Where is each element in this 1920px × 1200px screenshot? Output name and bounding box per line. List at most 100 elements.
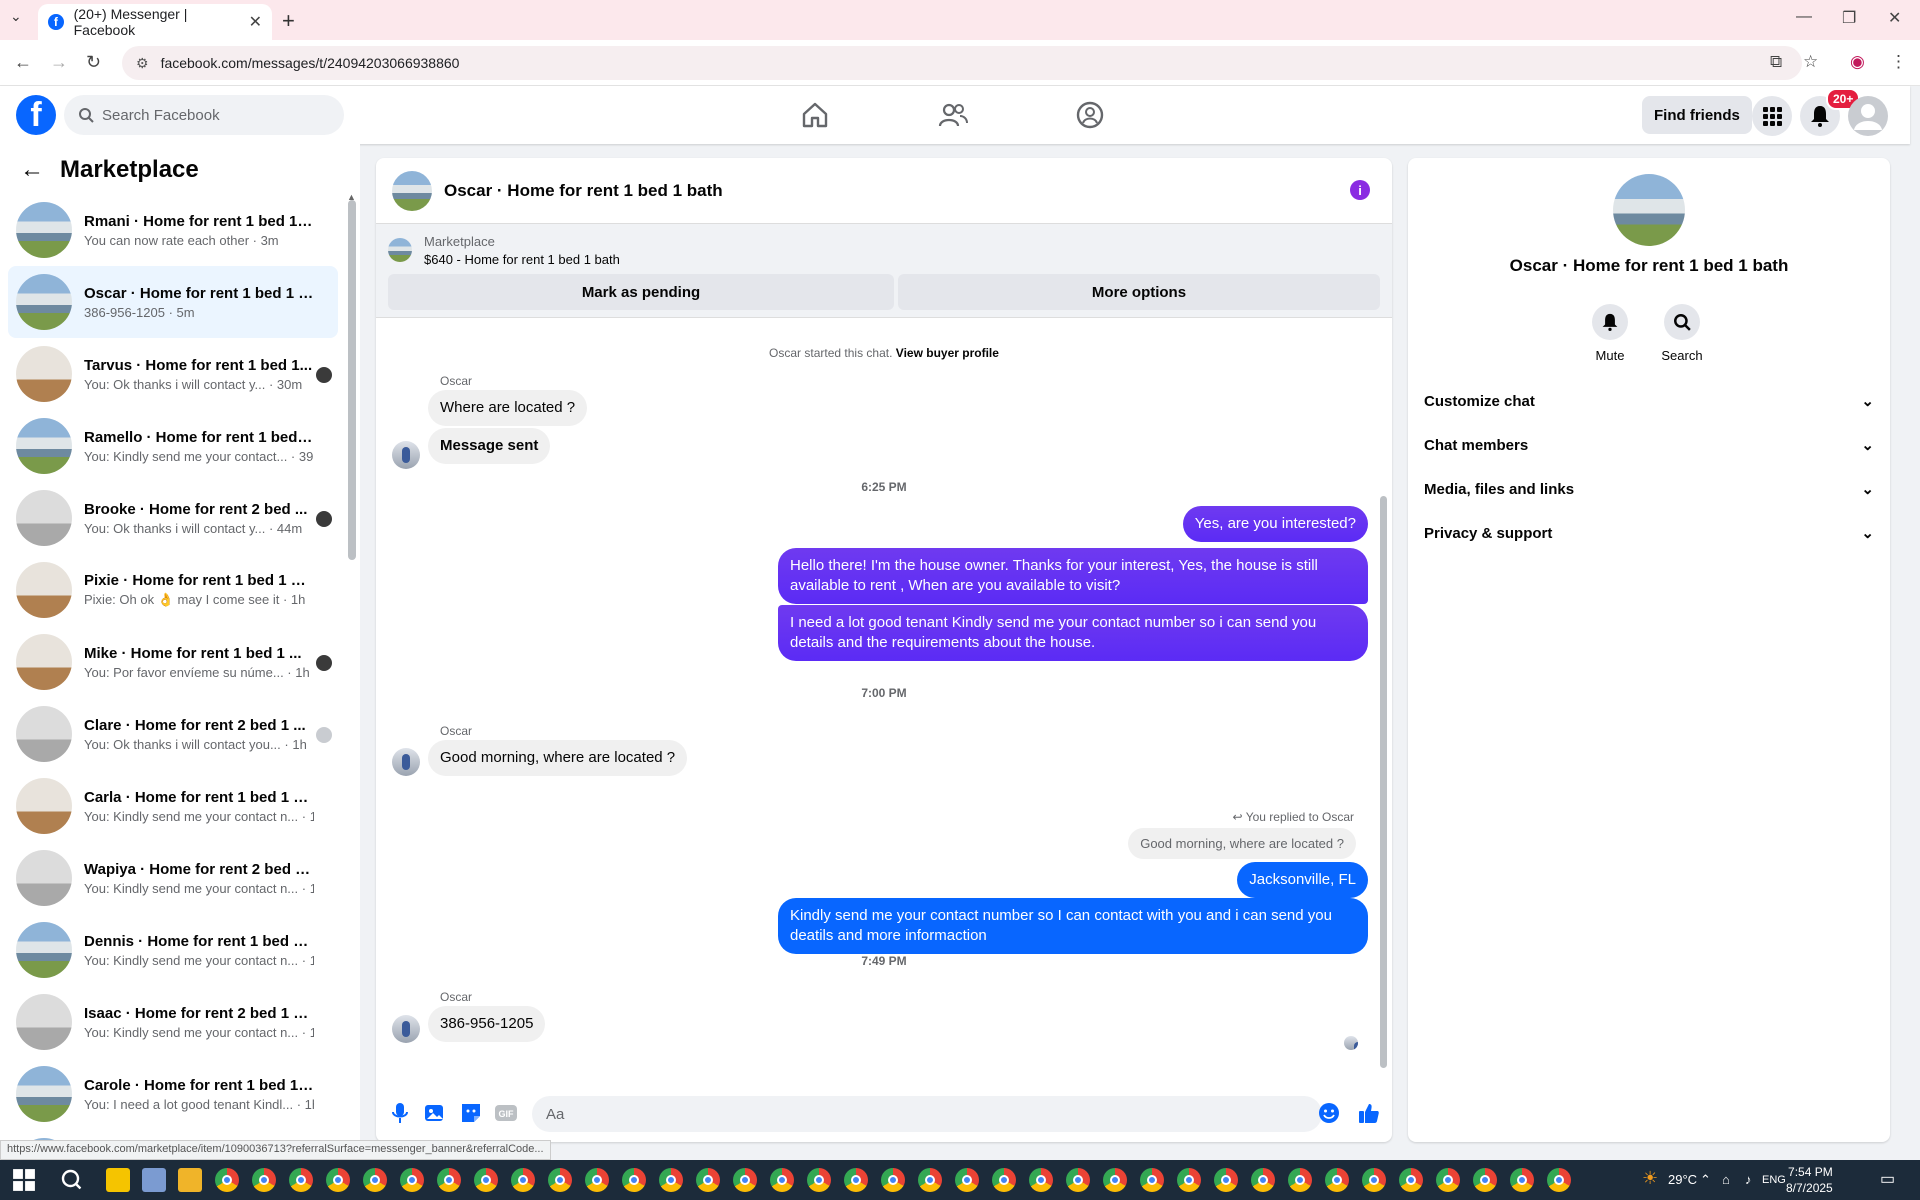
contact-avatar[interactable] bbox=[1613, 174, 1685, 246]
browser-tab[interactable]: f (20+) Messenger | Facebook ✕ bbox=[38, 4, 272, 40]
close-window-icon[interactable]: ✕ bbox=[1888, 8, 1901, 28]
chrome-window-icon[interactable] bbox=[733, 1168, 757, 1192]
chrome-window-icon[interactable] bbox=[1399, 1168, 1423, 1192]
chrome-window-icon[interactable] bbox=[1140, 1168, 1164, 1192]
conversation-item[interactable]: Tarvus · Home for rent 1 bed 1... You: Ok… bbox=[8, 338, 338, 410]
chrome-window-icon[interactable] bbox=[548, 1168, 572, 1192]
chrome-window-icon[interactable] bbox=[622, 1168, 646, 1192]
message-bubble-outgoing[interactable]: Kindly send me your contact number so I … bbox=[778, 898, 1368, 954]
privacy-support-section[interactable]: Privacy & support ⌄ bbox=[1424, 524, 1874, 543]
search-icon[interactable] bbox=[60, 1168, 84, 1192]
chrome-window-icon[interactable] bbox=[659, 1168, 683, 1192]
site-info-icon[interactable]: ⚙ bbox=[136, 55, 149, 72]
like-thumbs-up-icon[interactable] bbox=[1358, 1102, 1380, 1124]
conversation-item[interactable]: Mike · Home for rent 1 bed 1 ... You: Por… bbox=[8, 626, 338, 698]
sticker-icon[interactable] bbox=[460, 1102, 482, 1124]
chrome-window-icon[interactable] bbox=[400, 1168, 424, 1192]
chrome-window-icon[interactable] bbox=[215, 1168, 239, 1192]
chrome-window-icon[interactable] bbox=[918, 1168, 942, 1192]
language-indicator[interactable]: ENG bbox=[1762, 1174, 1786, 1186]
chrome-window-icon[interactable] bbox=[770, 1168, 794, 1192]
listing-title[interactable]: $640 - Home for rent 1 bed 1 bath bbox=[424, 252, 620, 267]
conversation-item[interactable]: Brooke · Home for rent 2 bed ... You: Ok … bbox=[8, 482, 338, 554]
chat-title[interactable]: Oscar · Home for rent 1 bed 1 bath bbox=[444, 181, 723, 201]
conversation-item[interactable]: Dennis · Home for rent 1 bed 1 b... You: … bbox=[8, 914, 338, 986]
chat-members-section[interactable]: Chat members ⌄ bbox=[1424, 436, 1874, 455]
chrome-window-icon[interactable] bbox=[881, 1168, 905, 1192]
system-clock[interactable]: 7:54 PM 8/7/2025 bbox=[1786, 1164, 1833, 1196]
facebook-logo-icon[interactable]: f bbox=[16, 95, 56, 135]
info-icon[interactable]: i bbox=[1350, 180, 1370, 200]
more-options-button[interactable]: More options bbox=[898, 274, 1380, 310]
chrome-window-icon[interactable] bbox=[437, 1168, 461, 1192]
chrome-window-icon[interactable] bbox=[1214, 1168, 1238, 1192]
reload-icon[interactable]: ↻ bbox=[86, 52, 101, 73]
listing-thumbnail[interactable] bbox=[388, 238, 412, 262]
minimize-icon[interactable]: — bbox=[1796, 8, 1812, 26]
view-buyer-profile-link[interactable]: View buyer profile bbox=[896, 346, 999, 360]
chrome-window-icon[interactable] bbox=[1362, 1168, 1386, 1192]
message-bubble-outgoing[interactable]: Yes, are you interested? bbox=[1182, 506, 1368, 542]
chrome-window-icon[interactable] bbox=[1288, 1168, 1312, 1192]
chrome-window-icon[interactable] bbox=[1066, 1168, 1090, 1192]
conversation-item[interactable]: Clare · Home for rent 2 bed 1 ... You: Ok… bbox=[8, 698, 338, 770]
message-bubble-outgoing[interactable]: Jacksonville, FL bbox=[1237, 862, 1368, 898]
media-files-links-section[interactable]: Media, files and links ⌄ bbox=[1424, 480, 1874, 499]
conversation-item[interactable]: Oscar · Home for rent 1 bed 1 bath 386-95… bbox=[8, 266, 338, 338]
chrome-window-icon[interactable] bbox=[326, 1168, 350, 1192]
chrome-window-icon[interactable] bbox=[363, 1168, 387, 1192]
chrome-window-icon[interactable] bbox=[1436, 1168, 1460, 1192]
customize-chat-section[interactable]: Customize chat ⌄ bbox=[1424, 392, 1874, 411]
message-bubble-outgoing[interactable]: I need a lot good tenant Kindly send me … bbox=[778, 605, 1368, 661]
gif-icon[interactable]: GIF bbox=[494, 1102, 518, 1124]
search-input[interactable]: Search Facebook bbox=[64, 95, 344, 135]
message-bubble-incoming[interactable]: Message sent bbox=[428, 428, 551, 464]
chrome-window-icon[interactable] bbox=[1029, 1168, 1053, 1192]
bookmark-star-icon[interactable]: ☆ bbox=[1803, 52, 1818, 72]
mark-as-pending-button[interactable]: Mark as pending bbox=[388, 274, 894, 310]
chat-avatar[interactable] bbox=[392, 170, 432, 211]
forward-icon[interactable]: → bbox=[50, 52, 68, 73]
network-icon[interactable]: ⌂ bbox=[1722, 1172, 1730, 1187]
chrome-window-icon[interactable] bbox=[1473, 1168, 1497, 1192]
home-icon[interactable] bbox=[800, 100, 830, 130]
sender-avatar[interactable] bbox=[392, 441, 420, 469]
chrome-window-icon[interactable] bbox=[585, 1168, 609, 1192]
chrome-window-icon[interactable] bbox=[289, 1168, 313, 1192]
chrome-window-icon[interactable] bbox=[1251, 1168, 1275, 1192]
tray-expand-icon[interactable]: ⌃ bbox=[1700, 1172, 1711, 1188]
app-icon[interactable] bbox=[142, 1168, 166, 1192]
install-app-icon[interactable]: ⧉ bbox=[1770, 52, 1782, 72]
conversation-item[interactable]: Wapiya · Home for rent 2 bed 1 ... You: K… bbox=[8, 842, 338, 914]
chrome-window-icon[interactable] bbox=[1547, 1168, 1571, 1192]
chrome-window-icon[interactable] bbox=[807, 1168, 831, 1192]
chrome-window-icon[interactable] bbox=[844, 1168, 868, 1192]
chrome-menu-icon[interactable]: ⋮ bbox=[1890, 52, 1907, 72]
tab-search-icon[interactable]: ⌄ bbox=[10, 8, 22, 25]
conversation-item[interactable]: Ramello · Home for rent 1 bed 1 ... You: … bbox=[8, 410, 338, 482]
groups-icon[interactable] bbox=[1075, 100, 1105, 130]
find-friends-button[interactable]: Find friends bbox=[1642, 96, 1752, 134]
conversation-item[interactable]: Pixie · Home for rent 1 bed 1 bath Pixie:… bbox=[8, 554, 338, 626]
conversation-item[interactable]: Rmani · Home for rent 1 bed 1 b... You ca… bbox=[8, 194, 338, 266]
conversation-item[interactable]: Isaac · Home for rent 2 bed 1 bath You: K… bbox=[8, 986, 338, 1058]
chat-scrollbar[interactable] bbox=[1380, 496, 1387, 1068]
back-icon[interactable]: ← bbox=[14, 52, 32, 73]
emoji-icon[interactable] bbox=[1318, 1102, 1340, 1124]
chrome-window-icon[interactable] bbox=[696, 1168, 720, 1192]
menu-grid-icon[interactable] bbox=[1752, 96, 1792, 136]
quoted-message[interactable]: Good morning, where are located ? bbox=[1128, 828, 1356, 859]
message-bubble-outgoing[interactable]: Hello there! I'm the house owner. Thanks… bbox=[778, 548, 1368, 604]
message-bubble-incoming[interactable]: 386-956-1205 bbox=[428, 1006, 546, 1042]
message-bubble-incoming[interactable]: Good morning, where are located ? bbox=[428, 740, 688, 776]
sender-avatar[interactable] bbox=[392, 1015, 420, 1043]
conversation-item[interactable]: Carole · Home for rent 1 bed 1 b... You: … bbox=[8, 1058, 338, 1130]
chrome-window-icon[interactable] bbox=[1177, 1168, 1201, 1192]
volume-icon[interactable]: ♪ bbox=[1745, 1172, 1752, 1187]
close-tab-icon[interactable]: ✕ bbox=[249, 12, 262, 32]
message-bubble-incoming[interactable]: Where are located ? bbox=[428, 390, 588, 426]
microphone-icon[interactable] bbox=[390, 1102, 410, 1124]
sticky-notes-icon[interactable] bbox=[106, 1168, 130, 1192]
message-input[interactable]: Aa bbox=[532, 1096, 1322, 1132]
windows-start-icon[interactable] bbox=[12, 1168, 36, 1192]
